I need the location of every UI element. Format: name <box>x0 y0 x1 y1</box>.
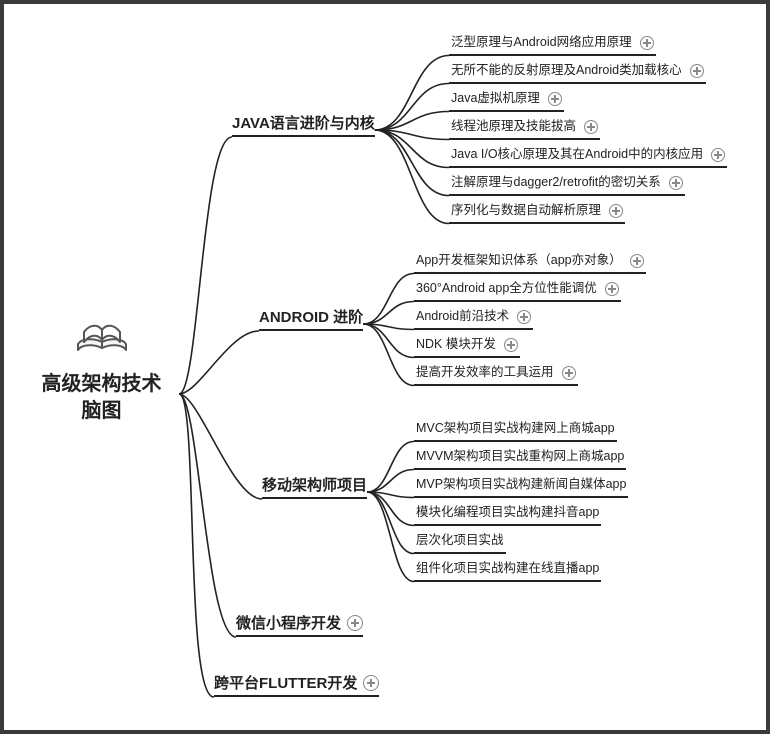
expand-icon[interactable] <box>504 338 518 352</box>
leaf-label: 模块化编程项目实战构建抖音app <box>416 505 599 519</box>
expand-icon[interactable] <box>630 254 644 268</box>
leaf-node[interactable]: MVC架构项目实战构建网上商城app <box>414 420 617 442</box>
mindmap-canvas: 高级架构技术 脑图 JAVA语言进阶与内核 泛型原理与Android网络应用原理无… <box>0 0 770 734</box>
leaf-node[interactable]: App开发框架知识体系（app亦对象） <box>414 252 646 274</box>
branch-java[interactable]: JAVA语言进阶与内核 <box>232 112 375 137</box>
leaf-label: 组件化项目实战构建在线直播app <box>416 561 599 575</box>
leaf-label: NDK 模块开发 <box>416 337 496 351</box>
branch-java-label: JAVA语言进阶与内核 <box>232 115 375 132</box>
leaf-node[interactable]: NDK 模块开发 <box>414 336 520 358</box>
branch-wechat-label: 微信小程序开发 <box>236 615 341 632</box>
expand-icon[interactable] <box>690 64 704 78</box>
leaf-node[interactable]: 提高开发效率的工具运用 <box>414 364 578 386</box>
leaf-node[interactable]: 注解原理与dagger2/retrofit的密切关系 <box>449 174 685 196</box>
branch-wechat[interactable]: 微信小程序开发 <box>236 612 363 637</box>
expand-icon[interactable] <box>640 36 654 50</box>
expand-icon[interactable] <box>548 92 562 106</box>
leaf-node[interactable]: 线程池原理及技能拔高 <box>449 118 600 140</box>
leaf-node[interactable]: 无所不能的反射原理及Android类加载核心 <box>449 62 706 84</box>
expand-icon[interactable] <box>584 120 598 134</box>
branch-android-label: ANDROID 进阶 <box>259 309 363 326</box>
leaf-node[interactable]: MVP架构项目实战构建新闻自媒体app <box>414 476 628 498</box>
leaf-node[interactable]: 层次化项目实战 <box>414 532 506 554</box>
leaf-label: 提高开发效率的工具运用 <box>416 365 554 379</box>
expand-icon[interactable] <box>517 310 531 324</box>
branch-android[interactable]: ANDROID 进阶 <box>259 306 363 331</box>
expand-icon[interactable] <box>669 176 683 190</box>
leaf-label: Android前沿技术 <box>416 309 509 323</box>
root-node[interactable]: 高级架构技术 脑图 <box>24 314 179 425</box>
leaf-label: Java虚拟机原理 <box>451 91 540 105</box>
branch-arch[interactable]: 移动架构师项目 <box>262 474 367 499</box>
leaf-label: 无所不能的反射原理及Android类加载核心 <box>451 63 682 77</box>
leaf-label: 层次化项目实战 <box>416 533 504 547</box>
expand-icon[interactable] <box>347 615 363 631</box>
expand-icon[interactable] <box>363 675 379 691</box>
leaf-label: 泛型原理与Android网络应用原理 <box>451 35 632 49</box>
expand-icon[interactable] <box>609 204 623 218</box>
branch-arch-label: 移动架构师项目 <box>262 477 367 494</box>
leaf-node[interactable]: 序列化与数据自动解析原理 <box>449 202 625 224</box>
book-icon <box>24 314 179 363</box>
leaf-label: 线程池原理及技能拔高 <box>451 119 576 133</box>
leaf-label: 序列化与数据自动解析原理 <box>451 203 601 217</box>
expand-icon[interactable] <box>711 148 725 162</box>
leaf-label: 注解原理与dagger2/retrofit的密切关系 <box>451 175 661 189</box>
leaf-node[interactable]: 360°Android app全方位性能调优 <box>414 280 621 302</box>
leaf-node[interactable]: 组件化项目实战构建在线直播app <box>414 560 601 582</box>
leaf-label: App开发框架知识体系（app亦对象） <box>416 253 622 267</box>
leaf-node[interactable]: Android前沿技术 <box>414 308 533 330</box>
leaf-label: MVC架构项目实战构建网上商城app <box>416 421 615 435</box>
branch-flutter[interactable]: 跨平台FLUTTER开发 <box>214 672 379 697</box>
expand-icon[interactable] <box>605 282 619 296</box>
leaf-node[interactable]: 泛型原理与Android网络应用原理 <box>449 34 656 56</box>
leaf-node[interactable]: Java虚拟机原理 <box>449 90 564 112</box>
leaf-node[interactable]: 模块化编程项目实战构建抖音app <box>414 504 601 526</box>
expand-icon[interactable] <box>562 366 576 380</box>
leaf-label: Java I/O核心原理及其在Android中的内核应用 <box>451 147 703 161</box>
root-title: 高级架构技术 脑图 <box>24 371 179 425</box>
branch-flutter-label: 跨平台FLUTTER开发 <box>214 675 357 692</box>
leaf-label: MVVM架构项目实战重构网上商城app <box>416 449 624 463</box>
leaf-node[interactable]: MVVM架构项目实战重构网上商城app <box>414 448 626 470</box>
leaf-node[interactable]: Java I/O核心原理及其在Android中的内核应用 <box>449 146 727 168</box>
leaf-label: 360°Android app全方位性能调优 <box>416 281 597 295</box>
leaf-label: MVP架构项目实战构建新闻自媒体app <box>416 477 626 491</box>
